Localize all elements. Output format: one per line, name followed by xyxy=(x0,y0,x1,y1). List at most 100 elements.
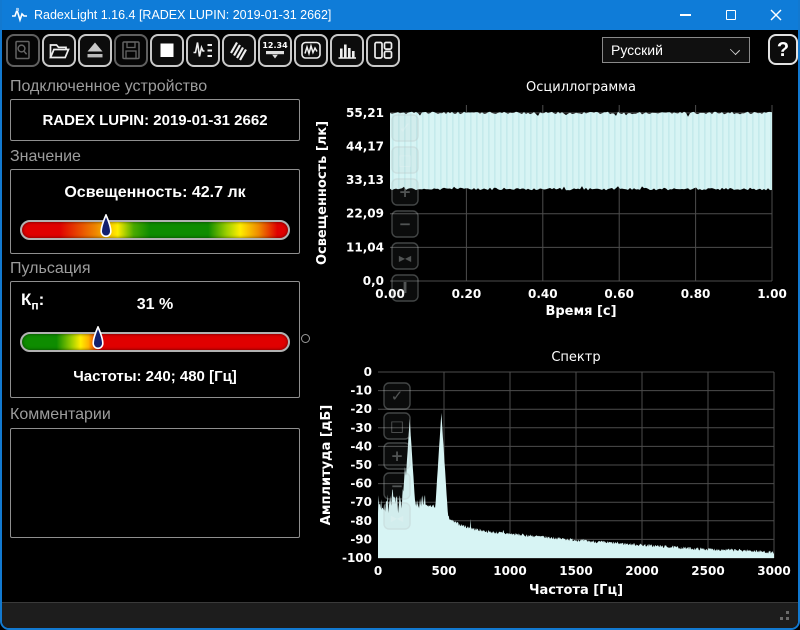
svg-text:Частота [Гц]: Частота [Гц] xyxy=(529,583,623,598)
pulsation-marker xyxy=(91,326,105,352)
comments-section-header: Комментарии xyxy=(10,406,111,424)
svg-text:□: □ xyxy=(390,417,404,435)
svg-text:44,17: 44,17 xyxy=(346,140,384,154)
open-file-button[interactable] xyxy=(42,34,76,67)
spec-copy-tool[interactable]: □ xyxy=(384,413,410,439)
svg-text:▶◀: ▶◀ xyxy=(391,514,404,523)
svg-text:3000: 3000 xyxy=(757,564,790,578)
svg-text:0.60: 0.60 xyxy=(604,287,634,301)
bar-chart-icon xyxy=(335,39,359,62)
wave-box-icon xyxy=(299,39,323,62)
language-select-value: Русский xyxy=(611,42,663,58)
osc-copy-tool[interactable]: □ xyxy=(392,147,418,173)
svg-text:-50: -50 xyxy=(350,458,372,472)
kp-value: 31 % xyxy=(11,296,299,314)
svg-text:-60: -60 xyxy=(350,477,372,491)
spec-zoom-out-tool[interactable]: − xyxy=(384,473,410,499)
spec-select-tool[interactable]: ✓ xyxy=(384,383,410,409)
maximize-icon xyxy=(726,10,736,20)
svg-text:Амплитуда [дБ]: Амплитуда [дБ] xyxy=(319,405,334,525)
digits-icon: 12.34 xyxy=(262,39,288,62)
spectrum-view-button[interactable] xyxy=(330,34,364,67)
svg-text:□: □ xyxy=(398,151,412,169)
status-bar xyxy=(2,602,798,628)
svg-text:1000: 1000 xyxy=(493,564,526,578)
svg-text:−: − xyxy=(399,215,412,233)
svg-text:-10: -10 xyxy=(350,384,372,398)
oscillogram-chart[interactable]: 55,2144,1733,1322,0911,040,00.000.200.40… xyxy=(312,78,792,318)
oscillogram-view-button[interactable] xyxy=(294,34,328,67)
svg-text:0.80: 0.80 xyxy=(681,287,711,301)
pulsation-gradient-bar xyxy=(20,332,290,352)
measurement-button[interactable] xyxy=(186,34,220,67)
minimize-button[interactable] xyxy=(663,0,708,30)
digits-icon-text: 12.34 xyxy=(262,41,288,50)
close-icon xyxy=(770,9,782,21)
svg-text:-100: -100 xyxy=(342,551,372,565)
illuminance-marker xyxy=(99,214,113,240)
hatch-lines-icon xyxy=(227,39,251,62)
app-window: RadexLight 1.16.4 [RADEX LUPIN: 2019-01-… xyxy=(0,0,800,630)
spectrum-chart[interactable]: 0-10-20-30-40-50-60-70-80-90-10005001000… xyxy=(312,346,792,602)
pulsation-section-header: Пульсация xyxy=(10,260,90,278)
device-section-header: Подключенное устройство xyxy=(10,78,207,96)
svg-text:33,13: 33,13 xyxy=(346,173,384,187)
svg-text:-80: -80 xyxy=(350,514,372,528)
svg-text:0.20: 0.20 xyxy=(452,287,482,301)
svg-text:−: − xyxy=(391,477,404,495)
value-section-header: Значение xyxy=(10,148,81,166)
window-title: RadexLight 1.16.4 [RADEX LUPIN: 2019-01-… xyxy=(34,8,331,22)
svg-text:✓: ✓ xyxy=(391,387,404,405)
chevron-down-icon xyxy=(730,45,740,55)
illuminance-gradient-bar xyxy=(20,220,290,240)
osc-zoom-in-tool[interactable]: + xyxy=(392,179,418,205)
svg-text:+: + xyxy=(399,183,412,201)
panel-splitter-handle[interactable] xyxy=(301,334,310,343)
app-logo-icon xyxy=(11,7,28,24)
svg-text:Освещенность [лк]: Освещенность [лк] xyxy=(315,121,330,265)
svg-text:0: 0 xyxy=(364,365,372,379)
stop-square-icon xyxy=(155,39,179,62)
comments-input[interactable] xyxy=(10,428,300,538)
help-button[interactable]: ? xyxy=(768,34,798,65)
spec-fit-horizontal-tool[interactable]: ▶◀ xyxy=(384,503,410,529)
svg-text:I: I xyxy=(402,279,408,297)
svg-text:-30: -30 xyxy=(350,421,372,435)
osc-fit-horizontal-tool[interactable]: ▶◀ xyxy=(392,243,418,269)
spec-zoom-in-tool[interactable]: + xyxy=(384,443,410,469)
floppy-disk-icon xyxy=(119,39,143,62)
hatch-button[interactable] xyxy=(222,34,256,67)
svg-text:-20: -20 xyxy=(350,402,372,416)
find-device-button[interactable] xyxy=(6,34,40,67)
eject-button[interactable] xyxy=(78,34,112,67)
save-button[interactable] xyxy=(114,34,148,67)
osc-zoom-out-tool[interactable]: − xyxy=(392,211,418,237)
svg-text:22,09: 22,09 xyxy=(346,207,384,221)
digits-display-button[interactable]: 12.34 xyxy=(258,34,292,67)
resize-grip-icon[interactable] xyxy=(786,617,789,620)
svg-text:Время [с]: Время [с] xyxy=(545,304,616,318)
svg-text:0.40: 0.40 xyxy=(528,287,558,301)
device-name-box: RADEX LUPIN: 2019-01-31 2662 xyxy=(10,99,300,141)
svg-text:✓: ✓ xyxy=(399,119,412,137)
svg-text:1.00: 1.00 xyxy=(757,287,787,301)
stop-button[interactable] xyxy=(150,34,184,67)
close-button[interactable] xyxy=(753,0,798,30)
svg-text:+: + xyxy=(391,447,404,465)
eject-icon xyxy=(83,39,107,62)
svg-text:Спектр: Спектр xyxy=(551,350,600,365)
osc-fit-vertical-tool[interactable]: I xyxy=(392,275,418,301)
minimize-icon xyxy=(680,14,691,16)
device-name: RADEX LUPIN: 2019-01-31 2662 xyxy=(42,112,267,129)
maximize-button[interactable] xyxy=(708,0,753,30)
svg-text:1500: 1500 xyxy=(559,564,592,578)
svg-text:▶◀: ▶◀ xyxy=(399,254,412,263)
svg-text:-90: -90 xyxy=(350,532,372,546)
layout-button[interactable] xyxy=(366,34,400,67)
svg-text:500: 500 xyxy=(431,564,456,578)
language-select[interactable]: Русский xyxy=(602,37,750,63)
panels-icon xyxy=(371,39,395,62)
illuminance-reading: Освещенность: 42.7 лк xyxy=(11,184,299,202)
osc-select-tool[interactable]: ✓ xyxy=(392,115,418,141)
svg-text:0: 0 xyxy=(374,564,382,578)
